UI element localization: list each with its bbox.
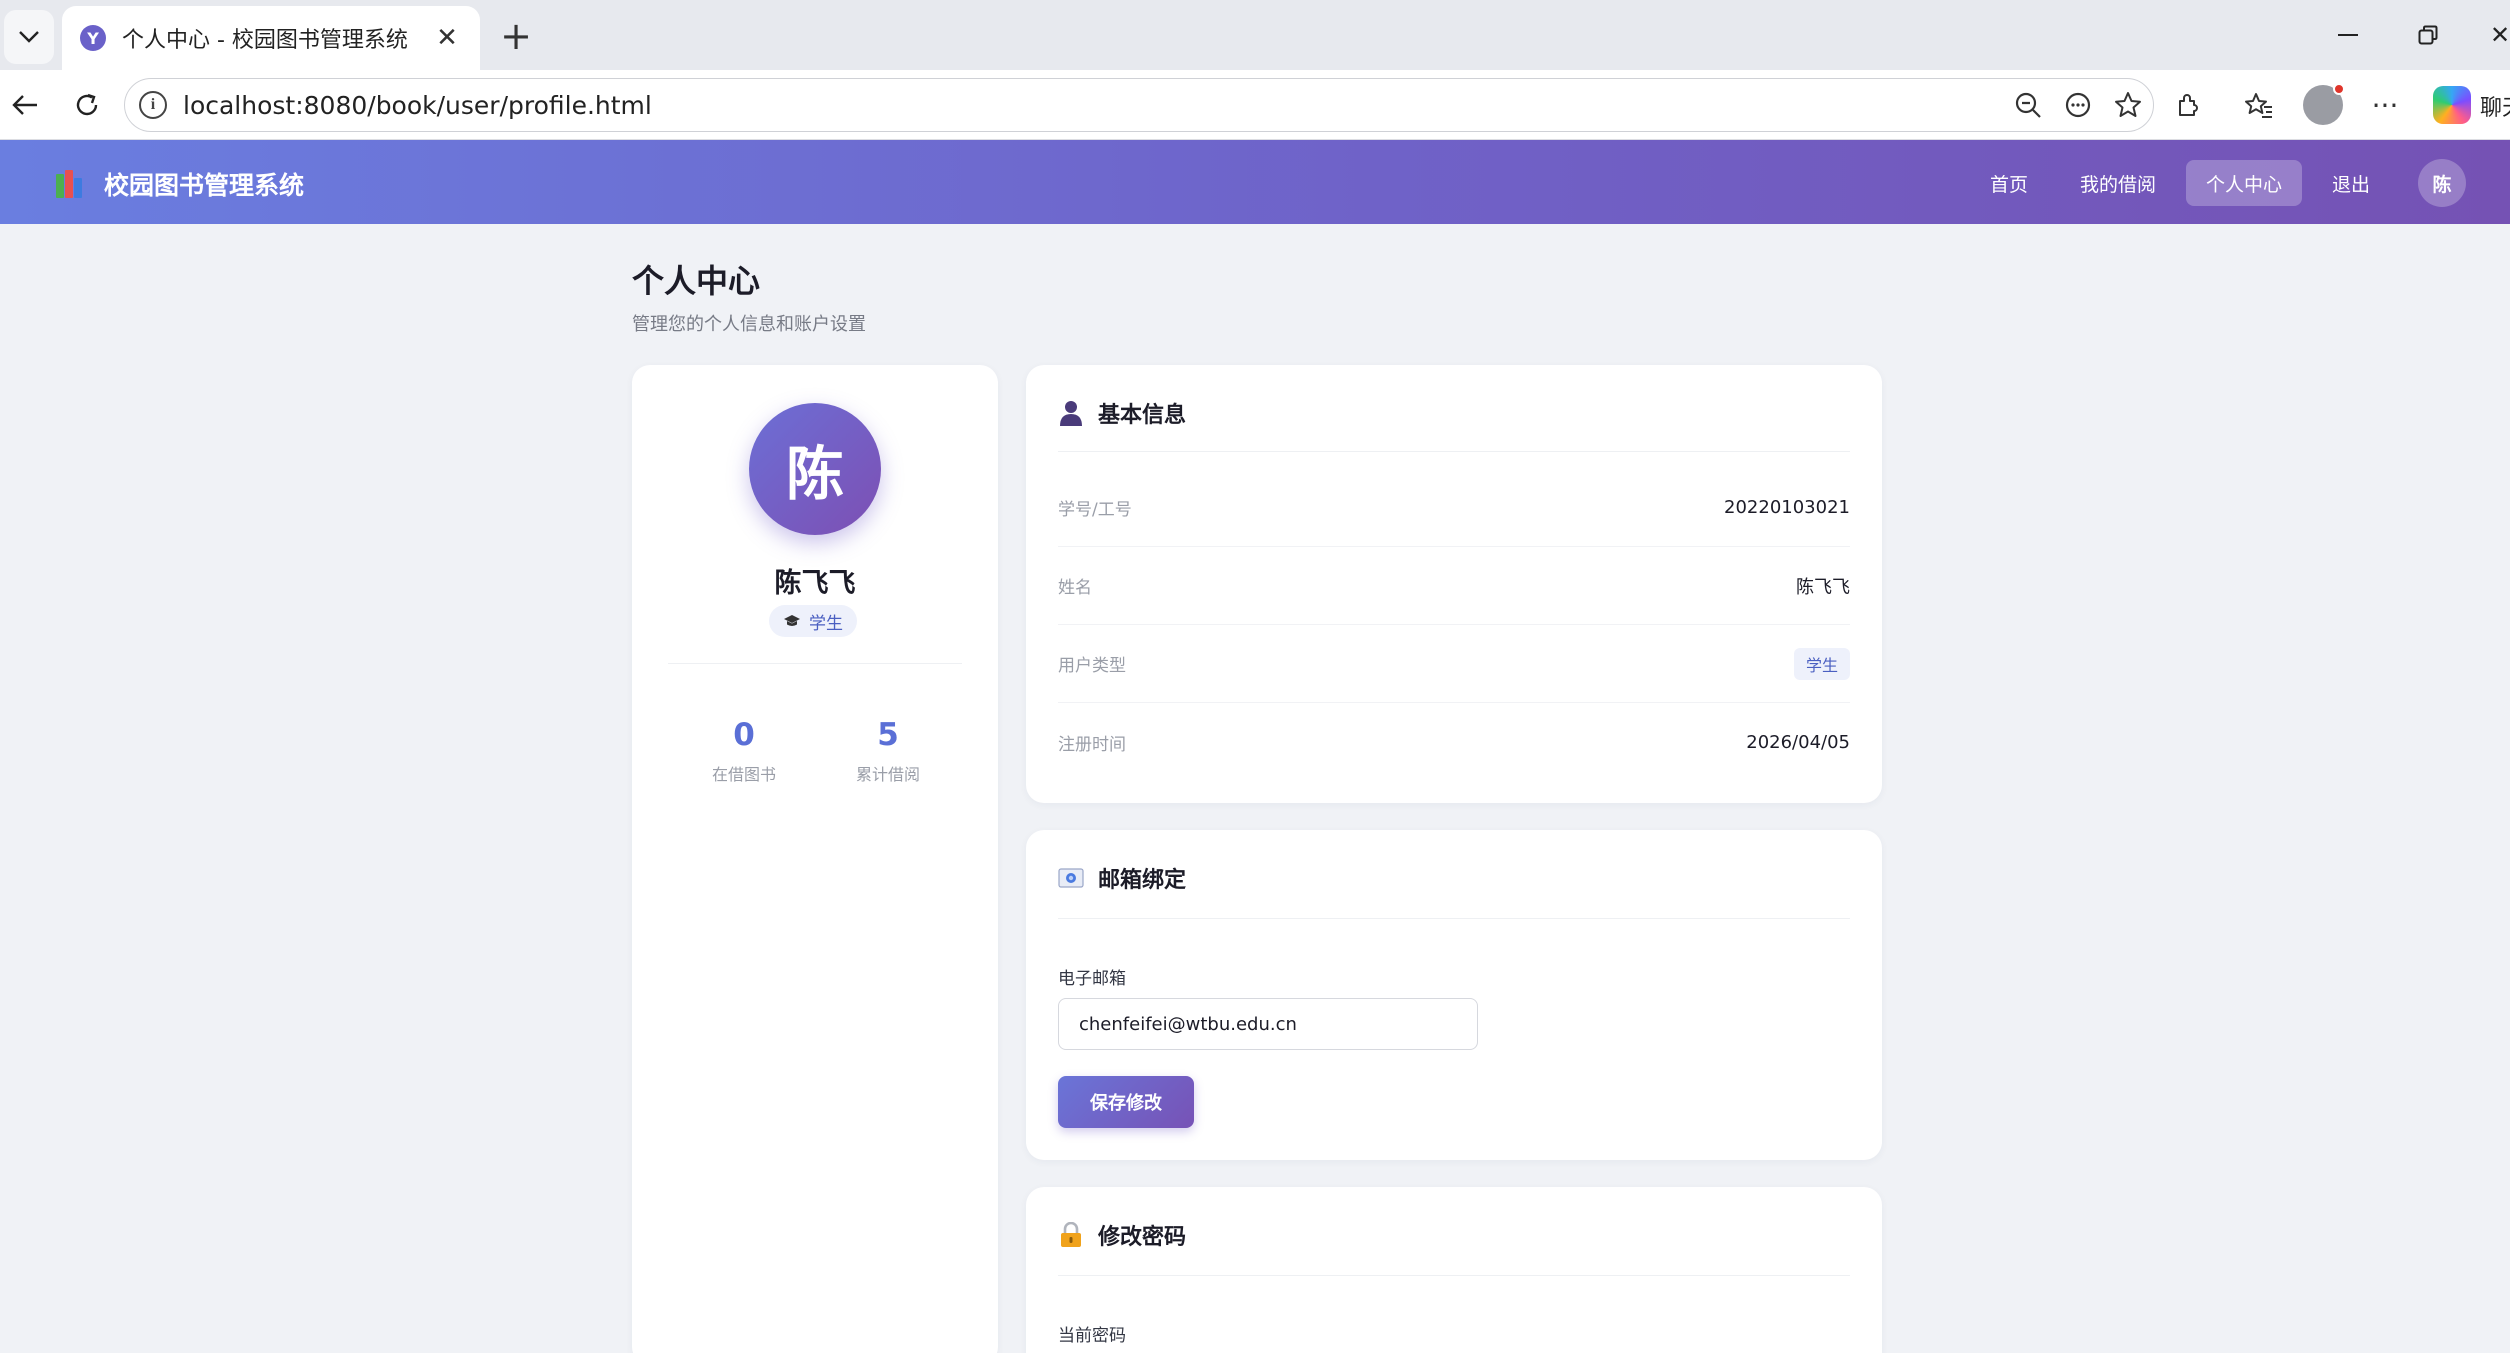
tab-title: 个人中心 - 校园图书管理系统 xyxy=(122,28,408,53)
page-title: 个人中心 xyxy=(632,262,761,300)
email-icon xyxy=(1058,864,1084,892)
url-text[interactable]: localhost:8080/book/user/profile.html xyxy=(183,91,2003,120)
info-label: 姓名 xyxy=(1058,578,1092,598)
user-icon xyxy=(1058,399,1084,427)
app-header: 校园图书管理系统 首页 我的借阅 个人中心 退出 陈 xyxy=(0,140,2510,224)
email-field-label: 电子邮箱 xyxy=(1058,969,1126,989)
graduation-cap-icon xyxy=(784,615,800,626)
change-password-title: 修改密码 xyxy=(1098,1225,1187,1250)
change-password-card: 修改密码 当前密码 xyxy=(1026,1187,1882,1353)
tab-close-icon[interactable]: ✕ xyxy=(432,23,462,53)
restore-icon[interactable] xyxy=(2398,12,2458,58)
info-label: 用户类型 xyxy=(1058,656,1126,676)
role-badge-label: 学生 xyxy=(809,613,843,634)
browser-tab-bar: Y 个人中心 - 校园图书管理系统 ✕ + ✕ xyxy=(0,0,2510,70)
profile-avatar: 陈 xyxy=(749,403,881,535)
lock-icon xyxy=(1058,1221,1084,1249)
info-value: 20220103021 xyxy=(1724,497,1850,518)
browser-address-bar: i localhost:8080/book/user/profile.html … xyxy=(0,70,2510,140)
change-password-header: 修改密码 xyxy=(1058,1219,1186,1251)
divider xyxy=(1058,451,1850,452)
profile-icon[interactable] xyxy=(2298,82,2348,128)
favorite-star-icon[interactable] xyxy=(2103,82,2153,128)
basic-info-title: 基本信息 xyxy=(1098,403,1187,428)
nav-logout[interactable]: 退出 xyxy=(2312,160,2390,206)
url-field[interactable]: i localhost:8080/book/user/profile.html xyxy=(124,78,2154,132)
stat-total-borrows: 5 累计借阅 xyxy=(818,717,958,785)
chevron-down-icon xyxy=(19,31,39,43)
close-window-icon[interactable]: ✕ xyxy=(2470,12,2510,58)
basic-info-header: 基本信息 xyxy=(1058,397,1186,429)
stat-value: 0 xyxy=(733,717,755,753)
save-email-button[interactable]: 保存修改 xyxy=(1058,1076,1194,1128)
basic-info-card: 基本信息 学号/工号 20220103021 姓名 陈飞飞 用户类型 学生 注册… xyxy=(1026,365,1882,803)
current-password-label: 当前密码 xyxy=(1058,1326,1126,1346)
info-row-name: 姓名 陈飞飞 xyxy=(1058,547,1850,625)
favorites-icon[interactable] xyxy=(2234,82,2284,128)
info-label: 学号/工号 xyxy=(1058,500,1132,520)
profile-card: 陈 陈飞飞 学生 0 在借图书 5 累计借阅 xyxy=(632,365,998,1353)
stat-label: 在借图书 xyxy=(711,765,776,784)
header-user-avatar[interactable]: 陈 xyxy=(2418,159,2466,207)
page-subtitle: 管理您的个人信息和账户设置 xyxy=(632,314,866,335)
stat-label: 累计借阅 xyxy=(855,765,920,784)
divider xyxy=(1058,918,1850,919)
tab-list-button[interactable] xyxy=(4,10,54,64)
divider xyxy=(668,663,962,664)
nav-my-borrows[interactable]: 我的借阅 xyxy=(2060,160,2176,206)
minimize-icon[interactable] xyxy=(2318,12,2378,58)
info-row-registered: 注册时间 2026/04/05 xyxy=(1058,703,1850,781)
nav-profile[interactable]: 个人中心 xyxy=(2186,160,2303,206)
zoom-out-icon[interactable] xyxy=(2003,82,2053,128)
nav-home[interactable]: 首页 xyxy=(1970,160,2048,206)
user-type-badge: 学生 xyxy=(1793,647,1850,680)
profile-name: 陈飞飞 xyxy=(774,568,856,599)
extensions-icon[interactable] xyxy=(2163,82,2213,128)
stat-value: 5 xyxy=(877,717,899,753)
more-options-icon[interactable]: ··· xyxy=(2360,82,2410,128)
copilot-icon[interactable] xyxy=(2427,82,2477,128)
info-label: 注册时间 xyxy=(1058,734,1126,755)
stat-current-borrows: 0 在借图书 xyxy=(674,717,814,785)
info-value: 2026/04/05 xyxy=(1746,731,1850,753)
reload-icon[interactable] xyxy=(64,82,110,128)
side-panel-label[interactable]: 聊天 xyxy=(2480,90,2510,122)
role-badge: 学生 xyxy=(769,605,857,637)
reading-mode-icon[interactable] xyxy=(2053,82,2103,128)
books-logo-icon xyxy=(56,170,86,198)
info-value: 陈飞飞 xyxy=(1796,576,1850,598)
email-binding-header: 邮箱绑定 xyxy=(1058,862,1186,894)
back-arrow-icon[interactable] xyxy=(2,82,48,128)
app-brand-title[interactable]: 校园图书管理系统 xyxy=(104,166,304,202)
info-row-id: 学号/工号 20220103021 xyxy=(1058,469,1850,547)
email-binding-card: 邮箱绑定 电子邮箱 chenfeifei@wtbu.edu.cn 保存修改 xyxy=(1026,830,1882,1160)
site-info-icon[interactable]: i xyxy=(139,91,167,119)
browser-tab-active[interactable]: Y 个人中心 - 校园图书管理系统 ✕ xyxy=(62,6,480,70)
email-input[interactable]: chenfeifei@wtbu.edu.cn xyxy=(1058,998,1478,1050)
tab-favicon-icon: Y xyxy=(80,25,106,51)
new-tab-icon[interactable]: + xyxy=(494,14,538,58)
email-binding-title: 邮箱绑定 xyxy=(1098,868,1187,893)
divider xyxy=(1058,1275,1850,1276)
info-row-type: 用户类型 学生 xyxy=(1058,625,1850,703)
